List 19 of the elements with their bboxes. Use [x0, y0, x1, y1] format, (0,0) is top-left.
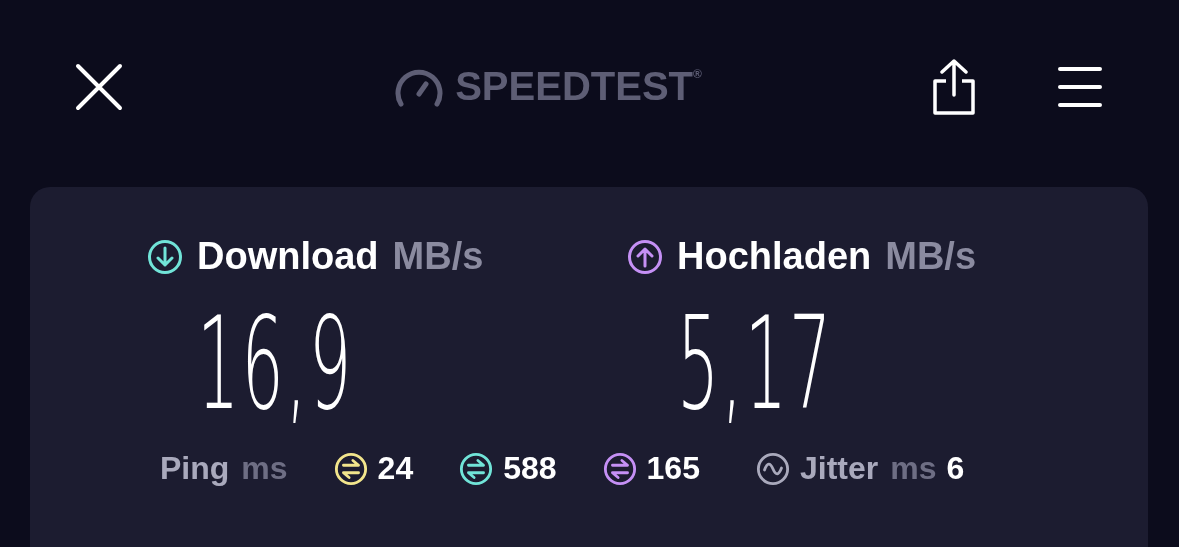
ping-value: 24	[377, 450, 414, 487]
close-icon[interactable]	[75, 62, 123, 111]
ping-label: Ping	[160, 450, 230, 487]
jitter-label: Jitter	[799, 450, 879, 487]
logo-text: SPEEDTEST$^{®}$	[455, 64, 702, 109]
metric-label: Hochladen	[677, 235, 872, 278]
unit-label: ms	[241, 450, 288, 487]
jitter-value: 6	[946, 450, 965, 487]
wave-icon	[755, 451, 790, 486]
speed-value: 5,17	[677, 300, 834, 428]
metric-label: Download	[197, 235, 379, 278]
unit-label: MB/s	[885, 235, 977, 278]
menu-icon[interactable]	[1058, 65, 1102, 108]
speed-value: 16,9	[197, 300, 354, 428]
share-icon[interactable]	[932, 58, 976, 115]
ping-value: 165	[646, 450, 700, 487]
unit-label: ms	[890, 450, 937, 487]
unit-label: MB/s	[392, 235, 484, 278]
ping-value: 588	[503, 450, 557, 487]
